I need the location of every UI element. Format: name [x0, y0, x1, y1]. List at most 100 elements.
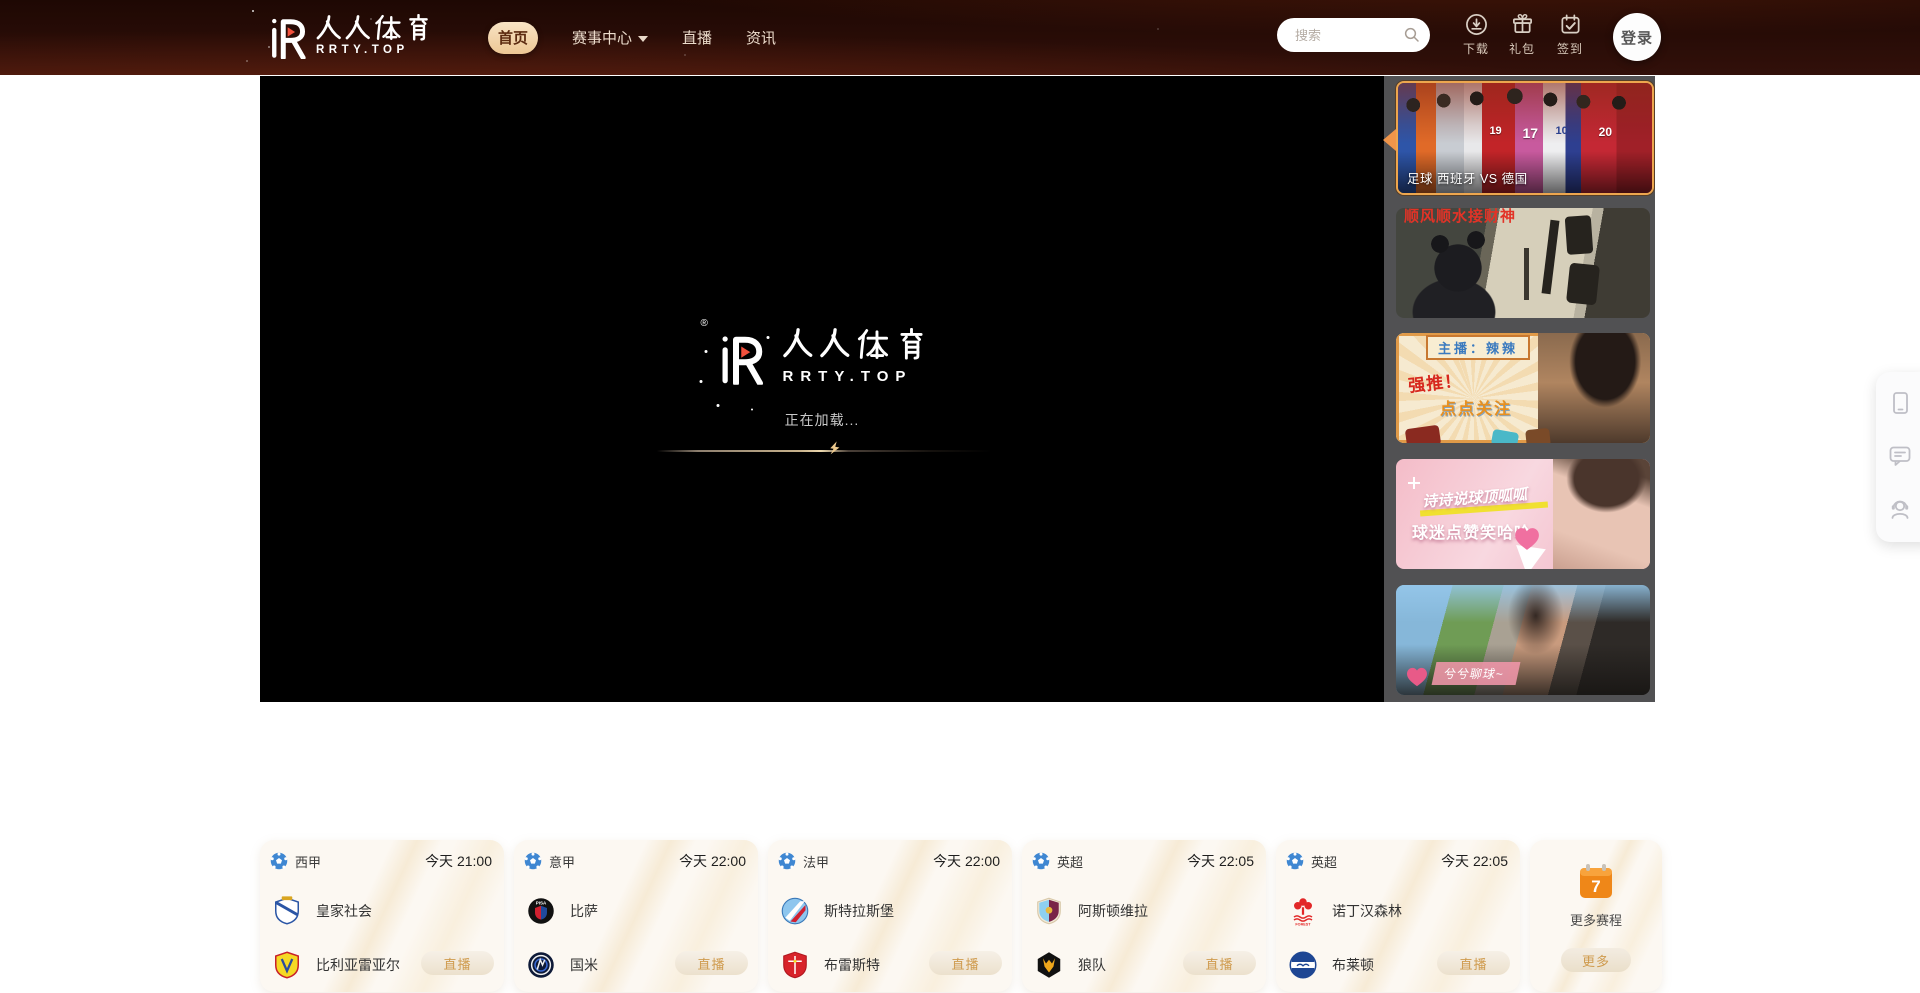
banner-mascot-promo[interactable]: 顺风顺水接财神 — [1396, 208, 1650, 318]
nav-item-live[interactable]: 直播 — [682, 27, 712, 48]
team-crest-aston-villa — [1034, 896, 1064, 926]
banner-match-promo[interactable]: 19 17 10 20 足球 西班牙 VS 德国 — [1396, 81, 1654, 195]
svg-text:FOREST: FOREST — [1295, 922, 1311, 926]
brand-logo[interactable]: RRTY.TOP — [267, 13, 432, 59]
live-button[interactable]: 直播 — [929, 951, 1002, 975]
char-yu-icon — [896, 328, 928, 360]
loading-text: 正在加载... — [260, 410, 1384, 430]
page: RRTY.TOP 首页 赛事中心 直播 资讯 下载 — [0, 0, 1920, 993]
match-card[interactable]: 英超 今天 22:05 FOREST 诺丁汉森林 — [1276, 840, 1520, 992]
team-name: 布莱顿 — [1332, 955, 1374, 975]
team-crest-brighton — [1288, 950, 1318, 980]
team-crest-nottingham-forest: FOREST — [1288, 896, 1318, 926]
search-box[interactable] — [1277, 18, 1430, 52]
support-agent-icon — [1887, 496, 1913, 522]
quick-link-gift[interactable]: 礼包 — [1498, 13, 1546, 57]
soccer-ball-icon — [1032, 852, 1050, 870]
soccer-ball-icon — [1286, 852, 1304, 870]
live-button[interactable]: 直播 — [675, 951, 748, 975]
banner-anchor-promo-1[interactable]: 主播：辣辣 强推！ 点点关注 — [1396, 333, 1650, 443]
jersey-number: 20 — [1599, 125, 1612, 139]
soccer-ball-icon — [778, 852, 796, 870]
quick-link-download[interactable]: 下载 — [1452, 13, 1500, 57]
match-card[interactable]: 意甲 今天 22:00 PISA 比萨 — [514, 840, 758, 992]
soccer-ball-icon — [524, 852, 542, 870]
chevron-down-icon — [638, 36, 648, 42]
team-name: 比利亚雷亚尔 — [316, 955, 400, 975]
jersey-number: 10 — [1555, 125, 1567, 137]
more-button[interactable]: 更多 — [1561, 948, 1631, 972]
team-name: 斯特拉斯堡 — [824, 901, 894, 921]
brand-r-mark-icon — [267, 13, 307, 59]
selected-banner-arrow-icon — [1383, 129, 1396, 151]
watermark-wordmark — [783, 328, 928, 360]
video-player[interactable]: ® RRTY.TOP 正在加载... — [260, 76, 1384, 702]
match-time: 今天 22:00 — [679, 851, 746, 871]
more-schedule-label: 更多赛程 — [1530, 910, 1662, 929]
char-ti-icon — [374, 14, 401, 41]
top-navbar: RRTY.TOP 首页 赛事中心 直播 资讯 下载 — [0, 0, 1920, 75]
league-label: 法甲 — [803, 852, 829, 871]
heart-icon — [1406, 667, 1428, 687]
team-crest-strasbourg — [780, 896, 810, 926]
char-ren-icon — [316, 15, 341, 40]
download-circle-icon — [1465, 13, 1488, 36]
nav-item-news[interactable]: 资讯 — [746, 27, 776, 48]
snack-art — [1525, 428, 1551, 443]
match-card[interactable]: 英超 今天 22:05 阿斯顿维拉 — [1022, 840, 1266, 992]
banner-caption: 足球 西班牙 VS 德国 — [1407, 168, 1528, 187]
quick-link-checkin[interactable]: 签到 — [1546, 13, 1594, 57]
feedback-button[interactable] — [1885, 441, 1915, 471]
sparkle-dots — [705, 350, 708, 353]
league-label: 西甲 — [295, 852, 321, 871]
live-button[interactable]: 直播 — [421, 951, 494, 975]
league-label: 英超 — [1057, 852, 1083, 871]
watermark-domain: RRTY.TOP — [783, 368, 928, 385]
team-name: 比萨 — [570, 901, 598, 921]
league-label: 意甲 — [549, 852, 575, 871]
banner-anchor-promo-2[interactable]: 诗诗说球顶呱呱 球迷点赞笑哈哈 — [1396, 459, 1650, 569]
tablet-icon — [1887, 390, 1913, 416]
calligraphy-stroke — [1524, 248, 1529, 300]
chat-bubble-icon — [1887, 443, 1913, 469]
loading-progress-bar — [650, 450, 992, 452]
floating-toolbar — [1876, 372, 1920, 542]
match-time: 今天 22:00 — [933, 851, 1000, 871]
banner-text-line2: 点点关注 — [1440, 395, 1512, 419]
more-schedule-card[interactable]: 7 更多赛程 更多 — [1530, 840, 1662, 992]
brand-r-mark-icon — [717, 329, 765, 385]
search-input[interactable] — [1293, 27, 1402, 44]
match-cards-row: 西甲 今天 21:00 皇家社会 比利亚雷 — [260, 840, 1662, 992]
live-button[interactable]: 直播 — [1183, 951, 1256, 975]
search-icon[interactable] — [1403, 26, 1421, 44]
live-button[interactable]: 直播 — [1437, 951, 1510, 975]
nav-item-home[interactable]: 首页 — [488, 22, 538, 54]
login-button[interactable]: 登录 — [1613, 13, 1661, 61]
anchor-photo — [1553, 459, 1650, 569]
char-ren-icon — [345, 15, 370, 40]
team-name: 狼队 — [1078, 955, 1106, 975]
nav-item-match-center[interactable]: 赛事中心 — [572, 27, 648, 48]
team-crest-villarreal — [272, 950, 302, 980]
main-nav: 首页 赛事中心 直播 资讯 — [488, 0, 776, 75]
banner-anchor-promo-3[interactable]: 兮兮聊球~ — [1396, 585, 1650, 695]
match-time: 今天 22:05 — [1441, 851, 1508, 871]
svg-text:7: 7 — [1591, 877, 1600, 896]
team-name: 诺丁汉森林 — [1332, 901, 1402, 921]
team-name: 阿斯顿维拉 — [1078, 901, 1148, 921]
char-ren-icon — [783, 328, 813, 358]
match-card[interactable]: 西甲 今天 21:00 皇家社会 比利亚雷 — [260, 840, 504, 992]
customer-service-button[interactable] — [1885, 494, 1915, 524]
char-yu-icon — [405, 14, 432, 41]
team-name: 布雷斯特 — [824, 955, 880, 975]
match-time: 今天 22:05 — [1187, 851, 1254, 871]
match-card[interactable]: 法甲 今天 22:00 斯特拉斯堡 — [768, 840, 1012, 992]
team-crest-inter — [526, 950, 556, 980]
banner-ribbon-label: 兮兮聊球~ — [1432, 662, 1521, 685]
match-time: 今天 21:00 — [425, 851, 492, 871]
app-download-button[interactable] — [1885, 388, 1915, 418]
team-crest-pisa: PISA — [526, 896, 556, 926]
svg-text:PISA: PISA — [536, 900, 547, 905]
banner-anchor-tab: 主播：辣辣 — [1426, 335, 1530, 360]
registered-mark: ® — [701, 318, 708, 329]
